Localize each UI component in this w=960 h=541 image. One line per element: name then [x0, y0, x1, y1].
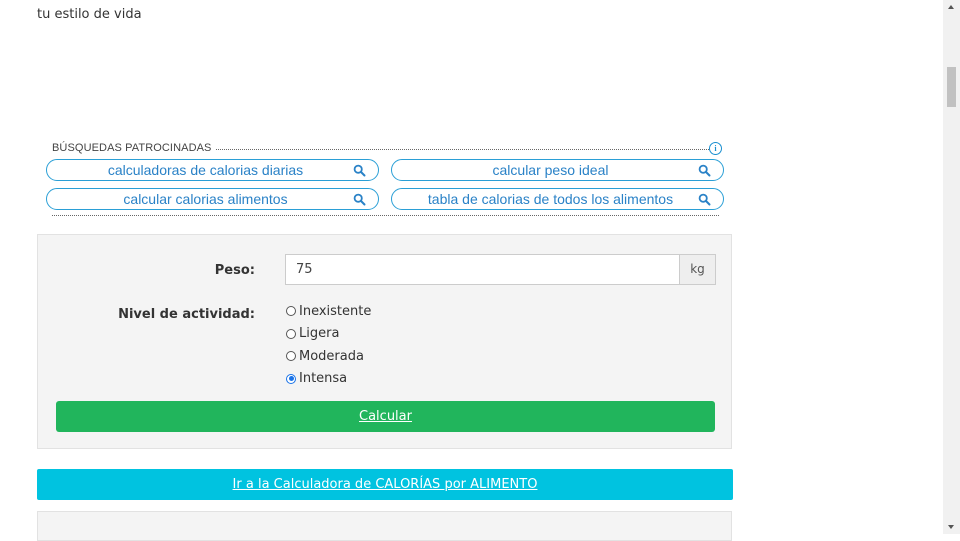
- sponsored-title: BÚSQUEDAS PATROCINADAS: [52, 142, 216, 154]
- radio-button[interactable]: [286, 306, 296, 317]
- search-icon: [698, 193, 711, 206]
- activity-label: Nivel de actividad:: [118, 307, 255, 322]
- vertical-scrollbar[interactable]: [943, 0, 960, 534]
- radio-button[interactable]: [286, 351, 296, 362]
- activity-option-label: Ligera: [299, 326, 340, 342]
- activity-option-intensa[interactable]: Intensa: [286, 368, 371, 391]
- weight-input[interactable]: 75: [285, 254, 680, 285]
- scroll-up-arrow-icon[interactable]: [943, 0, 960, 14]
- scrollbar-thumb[interactable]: [947, 67, 956, 107]
- activity-option-ligera[interactable]: Ligera: [286, 323, 371, 346]
- search-icon: [353, 193, 366, 206]
- sponsored-header: BÚSQUEDAS PATROCINADAS i: [46, 142, 725, 156]
- calculate-button[interactable]: Calcular: [56, 401, 715, 432]
- sponsored-search-label: tabla de calorias de todos los alimentos: [427, 191, 674, 207]
- weight-unit-addon: kg: [679, 254, 716, 285]
- calculator-form: Peso: 75 kg Nivel de actividad: Inexiste…: [37, 234, 732, 449]
- radio-button-selected[interactable]: [286, 373, 296, 384]
- activity-radio-group: Inexistente Ligera Moderada Intensa: [286, 300, 371, 390]
- search-icon: [698, 164, 711, 177]
- sponsored-bottom-divider: [52, 215, 719, 216]
- food-calculator-link[interactable]: Ir a la Calculadora de CALORÍAS por ALIM…: [37, 469, 733, 500]
- sponsored-searches: BÚSQUEDAS PATROCINADAS i calculadoras de…: [46, 142, 725, 216]
- sponsored-search-pill[interactable]: calcular calorias alimentos: [46, 188, 379, 210]
- intro-text: tu estilo de vida: [37, 7, 142, 22]
- activity-option-label: Moderada: [299, 348, 364, 364]
- activity-option-label: Intensa: [299, 371, 348, 387]
- activity-option-inexistente[interactable]: Inexistente: [286, 300, 371, 323]
- sponsored-search-label: calculadoras de calorias diarias: [107, 162, 304, 178]
- sponsored-search-label: calcular peso ideal: [492, 162, 609, 178]
- sponsored-search-pill[interactable]: calculadoras de calorias diarias: [46, 159, 379, 181]
- sponsored-search-pill[interactable]: tabla de calorias de todos los alimentos: [391, 188, 724, 210]
- scroll-down-arrow-icon[interactable]: [943, 520, 960, 534]
- info-icon[interactable]: i: [709, 142, 722, 155]
- search-icon: [353, 164, 366, 177]
- weight-label: Peso:: [214, 263, 255, 278]
- activity-option-label: Inexistente: [299, 303, 372, 319]
- weight-field-group: 75 kg: [285, 254, 716, 285]
- next-section-panel: [37, 511, 732, 541]
- radio-button[interactable]: [286, 328, 296, 339]
- sponsored-search-pill[interactable]: calcular peso ideal: [391, 159, 724, 181]
- sponsored-search-label: calcular calorias alimentos: [123, 191, 288, 207]
- activity-option-moderada[interactable]: Moderada: [286, 345, 371, 368]
